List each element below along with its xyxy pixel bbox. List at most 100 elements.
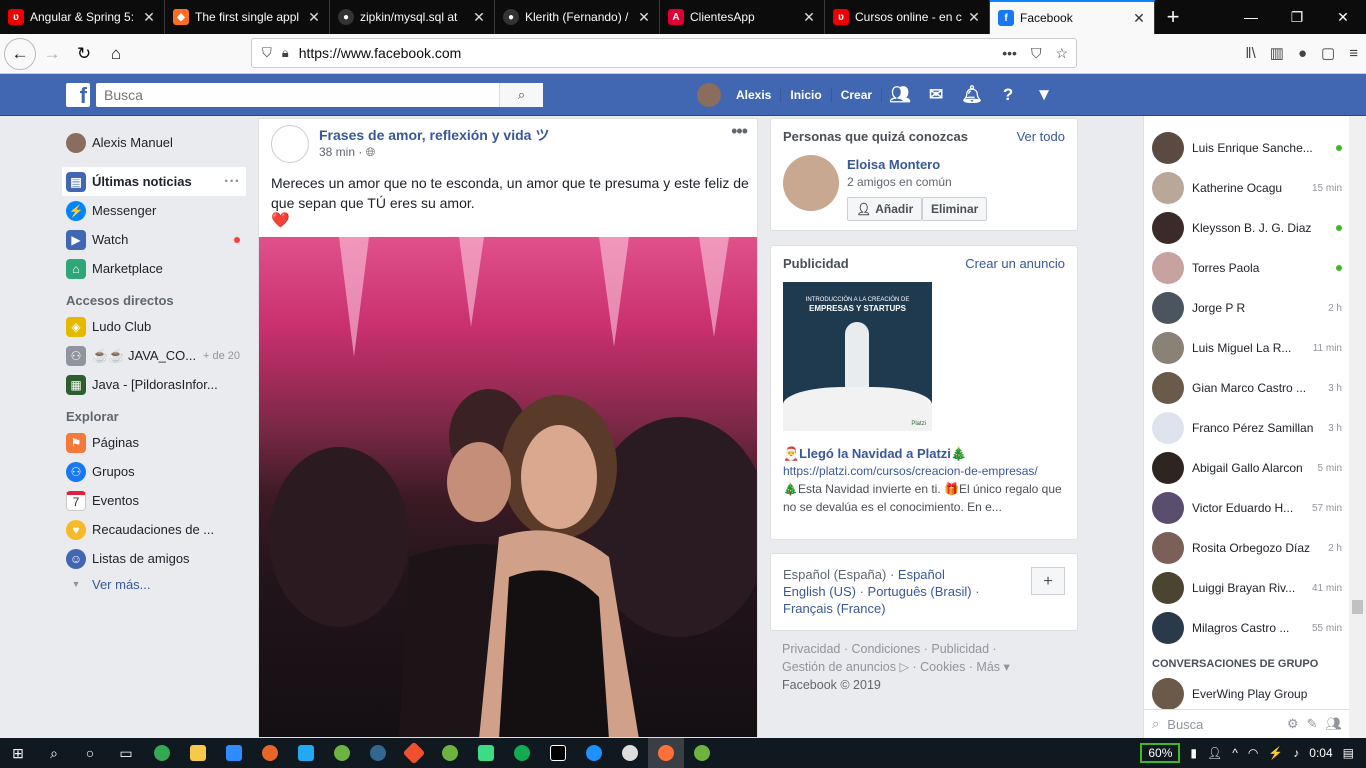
group-chat-item[interactable]: EverWing Play Group <box>1152 674 1342 714</box>
back-icon[interactable]: ← <box>4 37 36 70</box>
sidebar-item-news-feed[interactable]: ▤ Últimas noticias ··· <box>62 167 246 196</box>
android-icon[interactable] <box>468 738 504 768</box>
footer-line[interactable]: Gestión de anuncios ▷ · Cookies · Más ▾ <box>782 658 1072 676</box>
chat-contact[interactable]: Milagros Castro ... 55 min <box>1152 608 1342 648</box>
shortcut-item[interactable]: ▦ Java - [PildorasInfor... <box>62 370 246 399</box>
chevron-down-icon[interactable]: ▼ <box>1026 85 1062 105</box>
chat-contact[interactable]: Torres Paola <box>1152 248 1342 288</box>
sidebar-item-marketplace[interactable]: ⌂ Marketplace <box>62 254 246 283</box>
star-icon[interactable]: ☆ <box>1055 45 1068 62</box>
shortcut-item[interactable]: ◈ Ludo Club <box>62 312 246 341</box>
notifications-icon[interactable]: 🔔︎ <box>954 85 990 105</box>
create-link[interactable]: Crear <box>832 88 883 102</box>
ad-headline[interactable]: 🎅Llegó la Navidad a Platzi🎄 <box>783 446 967 462</box>
search-icon[interactable]: ⌕ <box>499 83 543 107</box>
chat-contact[interactable]: Luiggi Brayan Riv... 41 min <box>1152 568 1342 608</box>
mongodb-icon[interactable] <box>504 738 540 768</box>
account-icon[interactable]: ● <box>1298 45 1307 62</box>
browser-tab-active[interactable]: f Facebook ✕ <box>990 0 1155 34</box>
post-image[interactable] <box>259 237 757 737</box>
intellij-icon[interactable] <box>540 738 576 768</box>
chat-search[interactable]: ⌕ Busca ⚙ ✎ 👥︎ <box>1144 709 1350 738</box>
facebook-logo-icon[interactable]: f <box>66 83 90 107</box>
vscode-icon[interactable] <box>288 738 324 768</box>
sidebar-item-pages[interactable]: ⚑ Páginas <box>62 428 246 457</box>
add-friend-button[interactable]: 👤︎ Añadir <box>847 197 923 221</box>
home-icon[interactable]: ⌂ <box>100 38 132 70</box>
suggested-person-avatar[interactable] <box>783 155 839 211</box>
close-tab-icon[interactable]: ✕ <box>472 9 486 26</box>
shield-icon[interactable]: ⛉ <box>262 45 272 61</box>
language-link[interactable]: Português (Brasil) <box>868 584 972 599</box>
language-link[interactable]: Français (France) <box>783 601 886 616</box>
page-name-link[interactable]: Frases de amor, reflexión y vida ツ <box>319 125 549 145</box>
url-bar[interactable]: ⛉ 🔒︎ https://www.facebook.com ••• ⛉ ☆ <box>251 38 1077 68</box>
browser-tab[interactable]: ● zipkin/mysql.sql at ✕ <box>330 0 495 34</box>
footer-line[interactable]: Privacidad · Condiciones · Publicidad · <box>782 640 1072 658</box>
chat-contact[interactable]: Gian Marco Castro ... 3 h <box>1152 368 1342 408</box>
search-icon[interactable]: ⌕ <box>36 738 72 768</box>
chat-contact[interactable]: Luis Enrique Sanche... <box>1152 128 1342 168</box>
ad-url[interactable]: https://platzi.com/cursos/creacion-de-em… <box>783 464 1067 478</box>
more-languages-button[interactable]: + <box>1031 567 1065 595</box>
lock-icon[interactable]: 🔒︎ <box>282 45 289 61</box>
post-timestamp[interactable]: 38 min <box>319 145 355 159</box>
people-icon[interactable]: 👤︎ <box>1207 746 1222 760</box>
spring-icon[interactable] <box>432 738 468 768</box>
messenger-icon[interactable]: ✉ <box>918 85 954 105</box>
chat-contact[interactable]: Rosita Orbegozo Díaz 2 h <box>1152 528 1342 568</box>
browser-tab[interactable]: A ClientesApp ✕ <box>660 0 825 34</box>
post-options-icon[interactable]: ••• <box>731 121 748 142</box>
remove-suggestion-button[interactable]: Eliminar <box>922 197 988 221</box>
close-tab-icon[interactable]: ✕ <box>1132 10 1146 27</box>
minimize-icon[interactable]: — <box>1228 0 1274 34</box>
chevron-up-icon[interactable]: ^ <box>1232 746 1238 760</box>
page-scrollbar[interactable] <box>1349 116 1366 738</box>
language-link[interactable]: English (US) <box>783 584 856 599</box>
browser-tab[interactable]: ◆ The first single appl ✕ <box>165 0 330 34</box>
maximize-icon[interactable]: ❐ <box>1274 0 1320 34</box>
app-icon[interactable] <box>252 738 288 768</box>
chat-contact[interactable]: Victor Eduardo H... 57 min <box>1152 488 1342 528</box>
url-text[interactable]: https://www.facebook.com <box>299 45 462 61</box>
language-link[interactable]: Español <box>898 567 945 582</box>
cortana-icon[interactable]: ○ <box>72 738 108 768</box>
home-link[interactable]: Inicio <box>781 88 832 102</box>
sidebar-icon[interactable]: ▥ <box>1270 44 1284 62</box>
close-tab-icon[interactable]: ✕ <box>142 9 156 26</box>
search-input[interactable] <box>96 83 499 107</box>
menu-icon[interactable]: ≡ <box>1349 45 1358 62</box>
avatar[interactable] <box>697 83 721 107</box>
firefox-icon[interactable] <box>648 738 684 768</box>
git-icon[interactable] <box>396 738 432 768</box>
library-icon[interactable]: ‖\ <box>1245 45 1255 62</box>
help-icon[interactable]: ? <box>990 85 1026 105</box>
browser-tab[interactable]: ʋ Angular & Spring 5: ✕ <box>0 0 165 34</box>
sidebar-item-fundraisers[interactable]: ♥ Recaudaciones de ... <box>62 515 246 544</box>
app-icon[interactable] <box>612 738 648 768</box>
pocket-icon[interactable]: ⛉ <box>1031 45 1042 62</box>
extension-icon[interactable]: ▢ <box>1321 44 1335 62</box>
friend-requests-icon[interactable]: 👥︎ <box>882 85 918 105</box>
reload-icon[interactable]: ↻ <box>68 38 100 70</box>
sidebar-item-groups[interactable]: ⚇ Grupos <box>62 457 246 486</box>
chat-contact[interactable]: Katherine Ocagu 15 min <box>1152 168 1342 208</box>
sidebar-item-messenger[interactable]: ⚡ Messenger <box>62 196 246 225</box>
spring-icon[interactable] <box>324 738 360 768</box>
sidebar-item-watch[interactable]: ▶ Watch <box>62 225 246 254</box>
create-ad-link[interactable]: Crear un anuncio <box>965 256 1065 271</box>
chat-contact[interactable]: Abigail Gallo Alarcon 5 min <box>1152 448 1342 488</box>
battery-icon[interactable]: ▮ <box>1190 746 1197 760</box>
gear-icon[interactable]: ⚙ <box>1287 716 1299 732</box>
page-avatar[interactable] <box>271 125 309 163</box>
wifi-icon[interactable]: ◠ <box>1248 746 1258 760</box>
database-icon[interactable] <box>360 738 396 768</box>
see-all-link[interactable]: Ver todo <box>1017 129 1065 144</box>
ad-image[interactable]: INTRODUCCIÓN A LA CREACIÓN DE EMPRESAS Y… <box>783 282 932 431</box>
notifications-icon[interactable]: ▤ <box>1343 746 1354 760</box>
close-tab-icon[interactable]: ✕ <box>802 9 816 26</box>
more-icon[interactable]: ••• <box>1002 45 1017 62</box>
file-explorer-icon[interactable] <box>180 738 216 768</box>
scrollbar-thumb[interactable] <box>1352 600 1363 614</box>
close-window-icon[interactable]: ✕ <box>1320 0 1366 34</box>
